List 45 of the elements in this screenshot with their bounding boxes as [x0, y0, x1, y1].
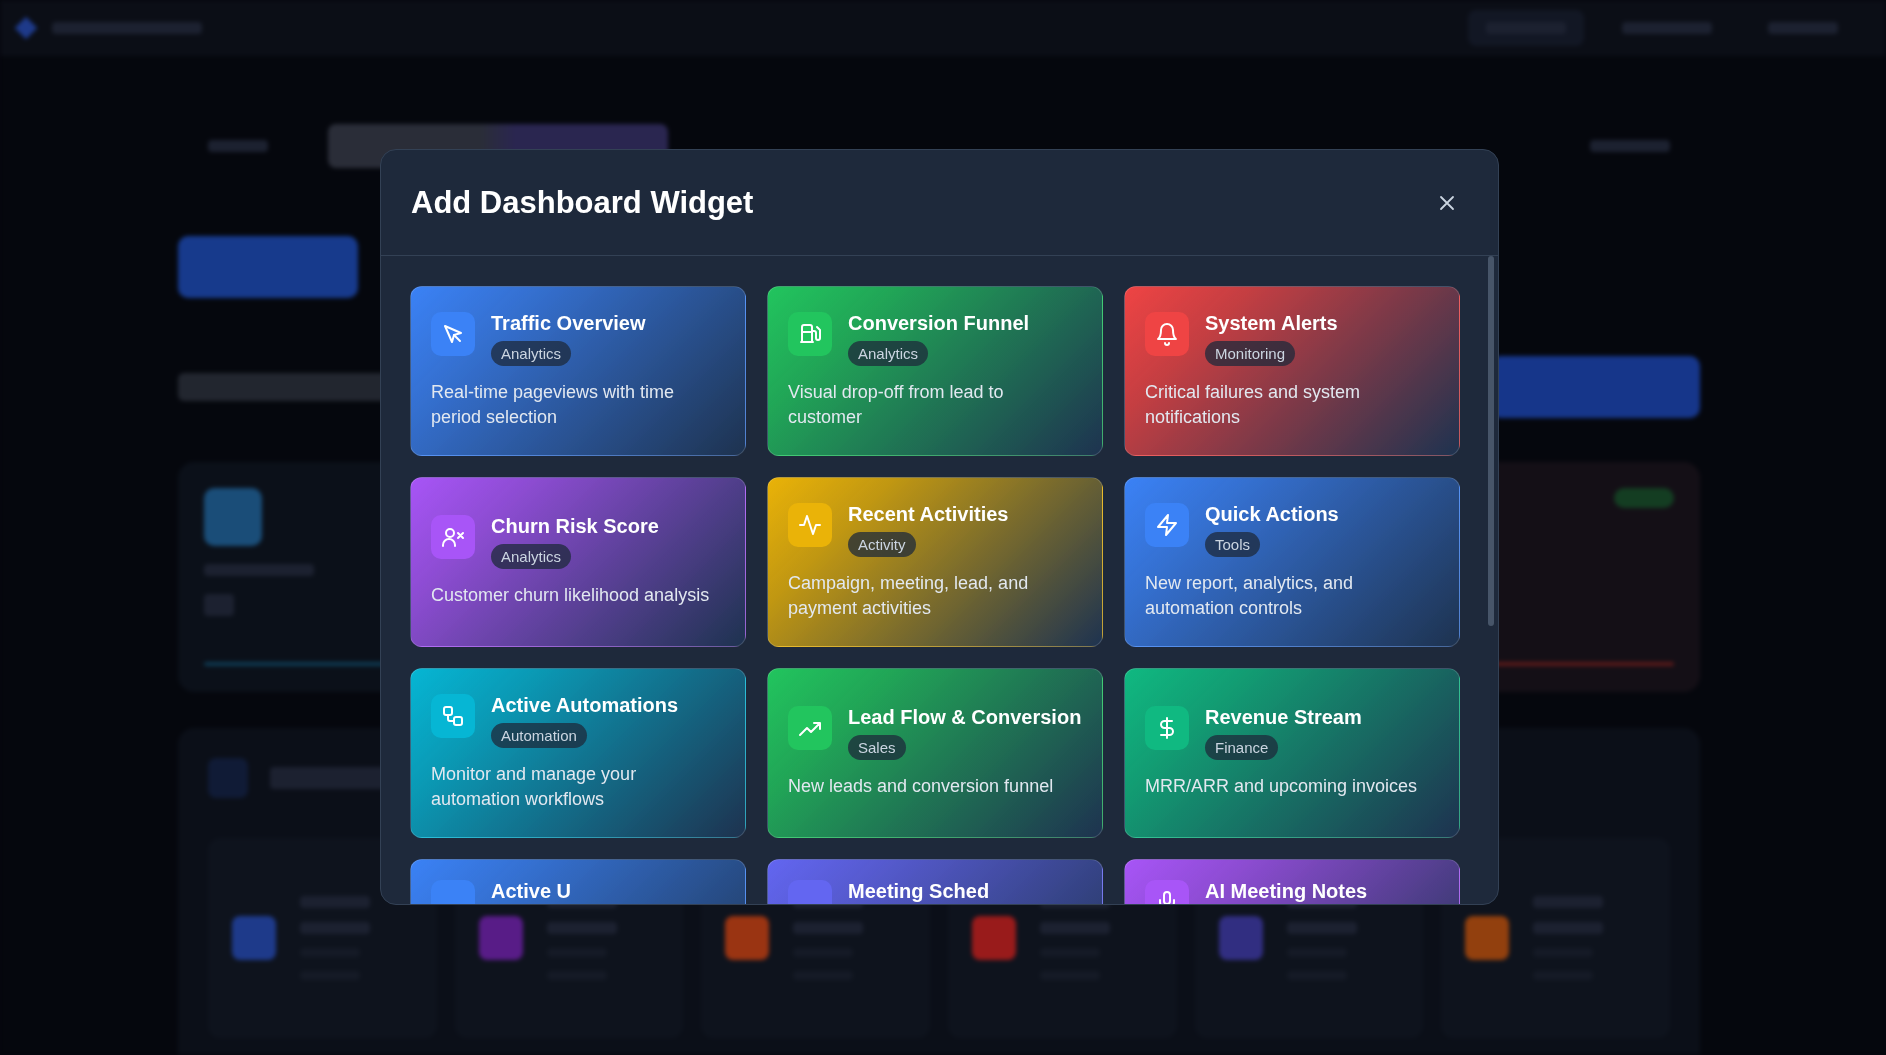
category-tag: Analytics [491, 340, 572, 366]
scrollbar[interactable] [1488, 256, 1494, 626]
category-tag: Tools [1205, 531, 1261, 557]
widget-title: AI Meeting Notes [1205, 880, 1368, 903]
widget-description: New report, analytics, and automation controls [1145, 571, 1355, 620]
widget-card[interactable]: Quick Actions Tools New report, analytics, and automation controls [1124, 477, 1460, 647]
widget-title: Recent Activities [848, 502, 1009, 526]
widget-title: Conversion Funnel [848, 311, 1030, 335]
widget-card[interactable]: Lead Flow & Conversion Sales New leads and conversion funnel [767, 668, 1103, 838]
widget-card[interactable]: Revenue Stream Finance MRR/ARR and upcoming invoices [1124, 668, 1460, 838]
widget-card[interactable]: Conversion Funnel Analytics Visual drop-off from lead to customer [767, 286, 1103, 456]
widget-title: Lead Flow & Conversion [848, 706, 1082, 730]
category-tag: Automation [491, 722, 587, 748]
widget-card[interactable]: AI Meeting Notes [1124, 859, 1460, 904]
widget-title: Churn Risk Score [491, 515, 659, 539]
widget-description: Critical failures and system notifications [1145, 380, 1362, 429]
widget-description: Monitor and manage your automation workflows [431, 762, 638, 811]
close-icon[interactable] [1438, 193, 1456, 212]
widget-description: Campaign, meeting, lead, and payment activities [788, 571, 1030, 620]
widget-title: Revenue Stream [1205, 706, 1362, 730]
category-tag: Analytics [848, 340, 929, 366]
widget-card[interactable]: Active Automations Automation Monitor and manage your automation workflows [410, 668, 746, 838]
widget-title: Active U [491, 880, 572, 903]
widget-description: Real-time pageviews with time period selection [431, 380, 676, 429]
widget-description: MRR/ARR and upcoming invoices [1145, 775, 1419, 799]
widget-card[interactable]: Churn Risk Score Analytics Customer churn likelihood analysis [410, 477, 746, 647]
widget-card[interactable]: Traffic Overview Analytics Real-time pageviews with time period selection [410, 286, 746, 456]
widget-description: New leads and conversion funnel [788, 775, 1055, 799]
category-tag: Finance [1205, 735, 1279, 761]
widget-title: System Alerts [1205, 311, 1338, 335]
widget-card[interactable]: Recent Activities Activity Campaign, meeting, lead, and payment activities [767, 477, 1103, 647]
category-tag: Analytics [491, 544, 572, 570]
widget-card[interactable]: System Alerts Monitoring Critical failures and system notifications [1124, 286, 1460, 456]
widget-card[interactable]: Active U [410, 859, 746, 904]
widget-description: Customer churn likelihood analysis [431, 584, 711, 608]
widget-description: Visual drop-off from lead to customer [788, 380, 1005, 429]
modal-title: Add Dashboard Widget [411, 184, 754, 221]
category-tag: Monitoring [1205, 340, 1296, 366]
widget-title: Quick Actions [1205, 502, 1339, 526]
widget-title: Meeting Sched [848, 880, 990, 903]
widget-card[interactable]: Meeting Sched [767, 859, 1103, 904]
category-tag: Sales [848, 735, 906, 761]
widget-title: Traffic Overview [491, 311, 646, 335]
widget-title: Active Automations [491, 693, 679, 717]
category-tag: Activity [848, 531, 916, 557]
